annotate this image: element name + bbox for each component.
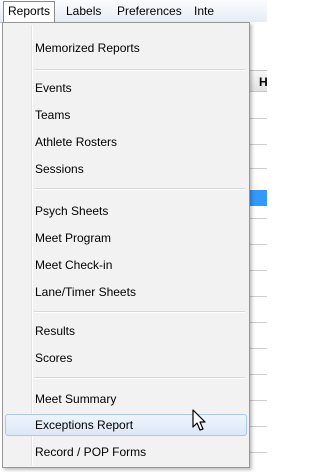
arrow-cursor-icon [192,409,206,431]
menu-separator [34,188,245,190]
background-row-divider [250,244,267,245]
menu-labels[interactable]: Labels [62,2,105,20]
background-row-divider [250,322,267,323]
menu-item-teams[interactable]: Teams [5,104,247,126]
menu-item-events[interactable]: Events [5,77,247,99]
menu-item-athlete-rosters[interactable]: Athlete Rosters [5,131,247,153]
background-row-divider [250,118,267,119]
menu-item-record-pop-forms[interactable]: Record / POP Forms [5,441,247,463]
menu-item-memorized-reports[interactable]: Memorized Reports [5,37,247,59]
menu-item-scores[interactable]: Scores [5,347,247,369]
menu-preferences[interactable]: Preferences [113,2,186,20]
menu-separator [34,377,245,379]
menu-bar: Reports Labels Preferences Inte [0,0,267,23]
menu-item-meet-program[interactable]: Meet Program [5,227,247,249]
background-row-divider [250,270,267,271]
menu-separator [34,311,245,313]
background-row-divider [250,374,267,375]
menu-item-lane-timer-sheets[interactable]: Lane/Timer Sheets [5,281,247,303]
background-window: H [250,22,267,472]
background-row-divider [250,426,267,427]
background-row-divider [250,144,267,145]
menu-item-sessions[interactable]: Sessions [5,158,247,180]
menu-item-meet-check-in[interactable]: Meet Check-in [5,254,247,276]
background-row-divider [250,168,267,169]
menu-integrations[interactable]: Inte [190,2,218,20]
menu-reports[interactable]: Reports [3,1,56,22]
background-row-divider [250,348,267,349]
menu-item-psych-sheets[interactable]: Psych Sheets [5,200,247,222]
menu-item-meet-summary[interactable]: Meet Summary [5,388,247,410]
background-row-divider [250,296,267,297]
background-row-divider [250,400,267,401]
background-row-divider [250,218,267,219]
menu-item-results[interactable]: Results [5,320,247,342]
background-selected-row [250,190,267,206]
background-row-divider [250,452,267,453]
menu-separator [34,69,245,71]
background-column-header: H [250,70,267,92]
menu-item-exceptions-report[interactable]: Exceptions Report [5,414,247,436]
reports-dropdown-menu: Memorized Reports Events Teams Athlete R… [2,22,250,468]
